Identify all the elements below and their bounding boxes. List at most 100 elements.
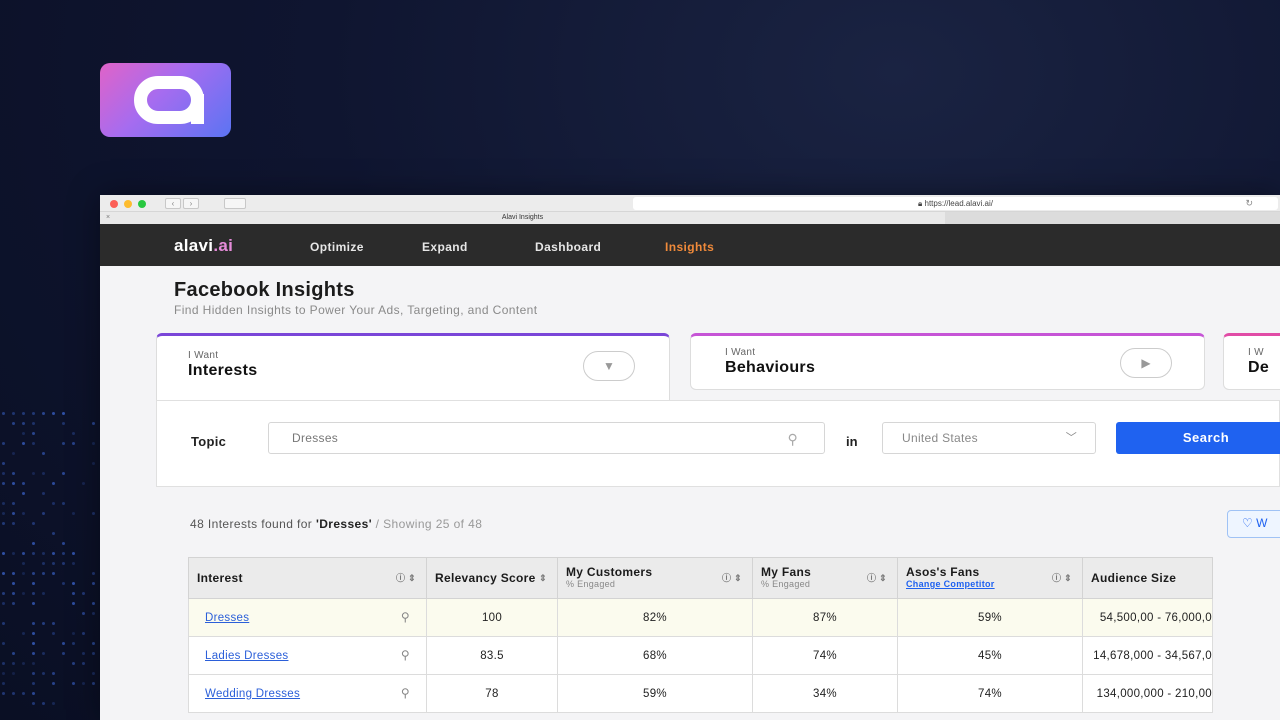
- browser-window: ‹ › 🔒︎ https://lead.alavi.ai/ ↻ × Alavi …: [100, 195, 1280, 720]
- site-logo-suffix: .ai: [213, 236, 234, 255]
- card-label: I Want: [188, 350, 219, 361]
- card-label: I Want: [725, 347, 756, 358]
- cell-audience: 54,500,00 - 76,000,0: [1082, 598, 1213, 637]
- col-header-competitor[interactable]: Asos's Fans Change Competitor ⓘ ⇕: [897, 557, 1083, 599]
- topic-input-value: Dresses: [292, 431, 339, 445]
- site-logo-text: alavi: [174, 236, 214, 255]
- col-header-customers[interactable]: My Customers% Engaged ⓘ ⇕: [557, 557, 753, 599]
- col-header-fans[interactable]: My Fans% Engaged ⓘ ⇕: [752, 557, 898, 599]
- topic-label: Topic: [191, 434, 227, 449]
- tab-title: Alavi Insights: [501, 214, 544, 221]
- save-list-button[interactable]: ♡ W: [1227, 510, 1280, 538]
- cell-customers: 82%: [557, 598, 753, 637]
- maximize-window-button[interactable]: [138, 200, 146, 208]
- col-title: Interest: [197, 571, 243, 585]
- cell-interest: Dresses ⚲: [188, 598, 427, 637]
- card-title: Behaviours: [725, 359, 816, 376]
- col-title: Relevancy Score: [435, 571, 536, 585]
- site-navbar: alavi.ai Optimize Expand Dashboard Insig…: [100, 224, 1280, 266]
- browser-tabbar: × Alavi Insights: [100, 212, 1280, 224]
- cell-competitor: 45%: [897, 636, 1083, 675]
- page-subtitle: Find Hidden Insights to Power Your Ads, …: [174, 303, 538, 317]
- window-controls: [110, 200, 146, 208]
- search-icon[interactable]: ⚲: [787, 424, 798, 454]
- col-title: My Fans: [761, 565, 812, 579]
- interest-link[interactable]: Dresses: [205, 612, 249, 624]
- country-select[interactable]: United States ﹀: [882, 422, 1096, 454]
- cell-competitor: 74%: [897, 674, 1083, 713]
- site-logo[interactable]: alavi.ai: [174, 236, 233, 256]
- minimize-window-button[interactable]: [124, 200, 132, 208]
- topic-input[interactable]: Dresses ⚲: [268, 422, 825, 454]
- country-select-value: United States: [902, 431, 978, 445]
- heart-icon: ♡: [1242, 516, 1257, 530]
- search-panel: Topic Dresses ⚲ in United States ﹀ Searc…: [156, 400, 1280, 487]
- col-title: Asos's Fans: [906, 565, 980, 579]
- cell-fans: 74%: [752, 636, 898, 675]
- cell-score: 78: [426, 674, 558, 713]
- cell-interest: Wedding Dresses ⚲: [188, 674, 427, 713]
- back-icon[interactable]: ‹: [165, 198, 181, 209]
- table-row: Wedding Dresses ⚲ 78 59% 34% 74% 134,000,…: [188, 674, 1213, 713]
- chevron-down-icon[interactable]: ▼: [583, 351, 635, 381]
- results-query: 'Dresses': [315, 517, 372, 531]
- nav-expand[interactable]: Expand: [422, 240, 468, 254]
- col-subtitle: % Engaged: [566, 579, 616, 589]
- cell-audience: 14,678,000 - 34,567,0: [1082, 636, 1213, 675]
- decorative-dot-field: [0, 410, 100, 720]
- change-competitor-link[interactable]: Change Competitor: [906, 579, 1074, 589]
- results-summary: 48 Interests found for 'Dresses' / Showi…: [190, 517, 482, 531]
- cell-score: 100: [426, 598, 558, 637]
- sort-icon[interactable]: ⓘ ⇕: [1052, 573, 1072, 583]
- col-header-interest[interactable]: Interest ⓘ ⇕: [188, 557, 427, 599]
- interest-link[interactable]: Ladies Dresses: [205, 650, 288, 662]
- cell-customers: 68%: [557, 636, 753, 675]
- nav-insights[interactable]: Insights: [665, 240, 714, 254]
- card-behaviours[interactable]: I Want Behaviours ▶: [690, 333, 1205, 390]
- table-row: Dresses ⚲ 100 82% 87% 59% 54,500,00 - 76,…: [188, 598, 1213, 637]
- cell-customers: 59%: [557, 674, 753, 713]
- reload-icon[interactable]: ↻: [1245, 197, 1253, 210]
- cell-competitor: 59%: [897, 598, 1083, 637]
- card-interests[interactable]: I Want Interests ▼: [156, 333, 670, 408]
- cell-score: 83.5: [426, 636, 558, 675]
- sort-icon[interactable]: ⓘ ⇕: [396, 573, 416, 583]
- tab-close-icon[interactable]: ×: [106, 212, 110, 224]
- search-icon[interactable]: ⚲: [401, 648, 410, 662]
- card-demographics[interactable]: I W De: [1223, 333, 1280, 390]
- table-row: Ladies Dresses ⚲ 83.5 68% 74% 45% 14,678,…: [188, 636, 1213, 675]
- save-list-button-label: W: [1256, 516, 1268, 530]
- app-logo: [100, 63, 231, 137]
- forward-icon[interactable]: ›: [183, 198, 199, 209]
- cell-interest: Ladies Dresses ⚲: [188, 636, 427, 675]
- search-icon[interactable]: ⚲: [401, 686, 410, 700]
- page-title: Facebook Insights: [174, 279, 355, 301]
- in-label: in: [846, 434, 858, 449]
- interest-link[interactable]: Wedding Dresses: [205, 688, 300, 700]
- browser-titlebar: ‹ › 🔒︎ https://lead.alavi.ai/ ↻: [100, 195, 1280, 212]
- table-header-row: Interest ⓘ ⇕ Relevancy Score ⇕ My Customer…: [188, 557, 1213, 599]
- play-icon[interactable]: ▶: [1120, 348, 1172, 378]
- cell-fans: 34%: [752, 674, 898, 713]
- nav-dashboard[interactable]: Dashboard: [535, 240, 601, 254]
- col-title: Audience Size: [1091, 571, 1177, 585]
- card-title: Interests: [188, 362, 258, 379]
- address-bar[interactable]: 🔒︎ https://lead.alavi.ai/ ↻: [633, 197, 1278, 210]
- results-showing: / Showing 25 of 48: [371, 517, 483, 531]
- sidebar-toggle-icon[interactable]: [224, 198, 246, 209]
- sort-icon[interactable]: ⓘ ⇕: [722, 573, 742, 583]
- sort-icon[interactable]: ⇕: [539, 573, 547, 583]
- cell-audience: 134,000,000 - 210,00: [1082, 674, 1213, 713]
- sort-icon[interactable]: ⓘ ⇕: [867, 573, 887, 583]
- col-header-audience[interactable]: Audience Size: [1082, 557, 1213, 599]
- chevron-down-icon: ﹀: [1065, 432, 1077, 444]
- close-window-button[interactable]: [110, 200, 118, 208]
- browser-tab[interactable]: × Alavi Insights: [100, 212, 945, 224]
- search-icon[interactable]: ⚲: [401, 610, 410, 624]
- results-count-text: 48 Interests found for: [190, 517, 316, 531]
- nav-optimize[interactable]: Optimize: [310, 240, 364, 254]
- card-title: De: [1248, 359, 1270, 376]
- search-button[interactable]: Search: [1116, 422, 1280, 454]
- col-header-relevancy[interactable]: Relevancy Score ⇕: [426, 557, 558, 599]
- url-text: https://lead.alavi.ai/: [924, 199, 993, 208]
